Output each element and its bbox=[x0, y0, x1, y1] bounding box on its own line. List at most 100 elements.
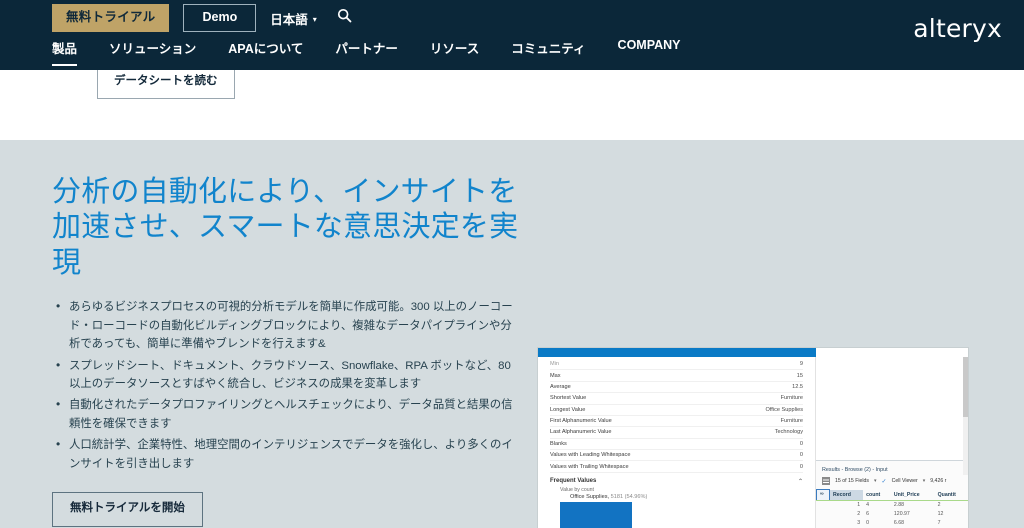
app-title-bar bbox=[538, 348, 816, 357]
column-header-quantity[interactable]: Quantit bbox=[934, 489, 968, 501]
column-header-count[interactable]: count bbox=[863, 489, 891, 501]
chevron-up-icon: ⌃ bbox=[797, 478, 803, 485]
main-navigation: 製品 ソリューション APAについて パートナー リソース コミュニティ COM… bbox=[52, 38, 681, 66]
cell-record: 2 bbox=[857, 511, 861, 518]
header-utility-row: 無料トライアル Demo 日本語 ▾ bbox=[0, 0, 352, 36]
stat-value: 0 bbox=[799, 440, 803, 447]
table-row[interactable]: 1 4 2.88 2 bbox=[817, 500, 969, 510]
cell-viewer-label[interactable]: Cell Viewer bbox=[892, 478, 918, 484]
read-datasheet-button[interactable]: データシートを読む bbox=[97, 66, 235, 99]
nav-item-community[interactable]: コミュニティ bbox=[511, 38, 585, 66]
chevron-down-icon: ▾ bbox=[312, 14, 317, 24]
stat-value: Office Supplies bbox=[765, 406, 803, 413]
cell-quantity: 12 bbox=[937, 511, 944, 518]
bar-office-supplies[interactable] bbox=[560, 501, 632, 528]
cell-quantity: 7 bbox=[937, 520, 941, 527]
cell-unit-price: 6.68 bbox=[893, 520, 905, 527]
scrollbar[interactable] bbox=[963, 357, 968, 475]
stat-value: Furniture bbox=[780, 418, 803, 425]
list-item: あらゆるビジネスプロセスの可視的分析モデルを簡単に作成可能。300 以上のノーコ… bbox=[56, 297, 522, 353]
stat-label: Blanks bbox=[550, 440, 567, 447]
table-row: Shortest Value Furniture bbox=[550, 393, 803, 405]
table-row: First Alphanumeric Value Furniture bbox=[550, 416, 803, 428]
table-row[interactable]: 3 0 6.68 7 bbox=[817, 519, 969, 528]
frequent-values-label: Frequent Values bbox=[550, 478, 597, 485]
page-title: 分析の自動化により、インサイトを加速させ、スマートな意思決定を実現 bbox=[52, 176, 519, 279]
stat-value: Technology bbox=[774, 429, 803, 436]
column-header-record[interactable]: Record bbox=[829, 489, 864, 501]
table-row: Longest Value Office Supplies bbox=[550, 405, 803, 416]
column-header-unit-price[interactable]: Unit_Price bbox=[890, 489, 935, 501]
value-by-count-label: Value by count bbox=[560, 486, 594, 493]
tooltip-value: Office Supplies, bbox=[570, 493, 610, 500]
site-header: 無料トライアル Demo 日本語 ▾ 製品 ソリューション APAについて パー… bbox=[0, 0, 1024, 70]
cell-count: 4 bbox=[866, 502, 870, 509]
product-screenshot: Min 9 Max 15 Average 12.5 Shortest Value… bbox=[538, 348, 968, 528]
page-root: 無料トライアル Demo 日本語 ▾ 製品 ソリューション APAについて パー… bbox=[0, 0, 1024, 528]
stat-label: Shortest Value bbox=[550, 395, 587, 402]
table-header-row: ∞ Record count Unit_Price Quantit bbox=[816, 489, 968, 501]
feature-bullet-list: あらゆるビジネスプロセスの可視的分析モデルを簡単に作成可能。300 以上のノーコ… bbox=[52, 297, 522, 473]
upper-section-remnant: データシートを読む bbox=[0, 66, 1024, 140]
chevron-down-icon[interactable]: ▾ bbox=[923, 478, 926, 484]
cell-count: 0 bbox=[866, 520, 870, 527]
alteryx-logo[interactable]: alteryx bbox=[913, 14, 1002, 43]
nav-item-partners[interactable]: パートナー bbox=[335, 38, 398, 66]
stat-label: Longest Value bbox=[550, 406, 586, 413]
table-row: Values with Trailing Whitespace 0 bbox=[550, 461, 803, 473]
demo-button[interactable]: Demo bbox=[183, 4, 257, 32]
results-upper-blank bbox=[816, 357, 968, 475]
stat-label: Average bbox=[550, 383, 571, 390]
stat-value: 12.5 bbox=[792, 383, 803, 390]
tooltip-count: 5181 (54.96%) bbox=[610, 493, 648, 500]
browse-tool-icon[interactable]: ∞ bbox=[816, 489, 830, 501]
table-row[interactable]: 2 6 120.97 12 bbox=[817, 510, 969, 519]
nav-item-apa[interactable]: APAについて bbox=[228, 38, 303, 66]
stat-label: First Alphanumeric Value bbox=[550, 418, 612, 425]
nav-item-company[interactable]: COMPANY bbox=[618, 38, 681, 61]
start-free-trial-button[interactable]: 無料トライアルを開始 bbox=[52, 492, 203, 527]
table-row: Max 15 bbox=[550, 370, 803, 382]
cell-record: 3 bbox=[857, 520, 861, 527]
search-icon bbox=[337, 8, 352, 28]
nav-item-products[interactable]: 製品 bbox=[52, 38, 78, 66]
feature-section: 分析の自動化により、インサイトを加速させ、スマートな意思決定を実現 あらゆるビジ… bbox=[0, 140, 1024, 528]
results-table-body: 1 4 2.88 2 2 6 120.97 12 3 0 6.68 7 bbox=[817, 500, 969, 528]
check-icon[interactable]: ✓ bbox=[882, 478, 887, 485]
table-view-icon[interactable] bbox=[822, 477, 830, 485]
results-data-table: ∞ Record count Unit_Price Quantit 1 4 2.… bbox=[816, 489, 968, 528]
search-button[interactable] bbox=[337, 8, 352, 28]
table-row: Blanks 0 bbox=[550, 439, 803, 450]
table-row: Min 9 bbox=[550, 359, 803, 371]
summary-statistics-table: Min 9 Max 15 Average 12.5 Shortest Value… bbox=[538, 357, 815, 473]
frequent-values-header[interactable]: Frequent Values ⌃ bbox=[538, 473, 815, 487]
stat-value: Furniture bbox=[780, 395, 803, 402]
results-toolbar: 15 of 15 Fields ▾ ✓ Cell Viewer ▾ 9,426 … bbox=[816, 473, 968, 489]
cell-unit-price: 120.97 bbox=[893, 511, 910, 518]
stat-label: Values with Trailing Whitespace bbox=[550, 463, 629, 470]
data-profile-pane: Min 9 Max 15 Average 12.5 Shortest Value… bbox=[538, 357, 816, 528]
stat-value: 0 bbox=[799, 452, 803, 459]
stat-value: 0 bbox=[799, 463, 803, 470]
stat-label: Values with Leading Whitespace bbox=[550, 452, 631, 459]
stat-value: 9 bbox=[799, 361, 803, 368]
language-label: 日本語 bbox=[270, 12, 308, 27]
list-item: 人口統計学、企業特性、地理空間のインテリジェンスでデータを強化し、より多くのイン… bbox=[56, 435, 522, 473]
chart-tooltip: Office Supplies, 5181 (54.96%) bbox=[538, 494, 815, 502]
list-item: スプレッドシート、ドキュメント、クラウドソース、Snowflake、RPA ボッ… bbox=[56, 356, 522, 394]
feature-copy: 分析の自動化により、インサイトを加速させ、スマートな意思決定を実現 あらゆるビジ… bbox=[52, 175, 522, 527]
results-browse-pane: Results - Browse (2) - Input 15 of 15 Fi… bbox=[816, 357, 968, 528]
nav-item-resources[interactable]: リソース bbox=[430, 38, 479, 66]
stat-label: Last Alphanumeric Value bbox=[550, 429, 612, 436]
table-row: Last Alphanumeric Value Technology bbox=[550, 427, 803, 439]
fields-count-label[interactable]: 15 of 15 Fields bbox=[835, 478, 869, 484]
chevron-down-icon[interactable]: ▾ bbox=[874, 478, 877, 484]
stat-label: Max bbox=[550, 372, 561, 379]
frequent-values-bar-chart[interactable] bbox=[538, 501, 815, 528]
nav-item-solutions[interactable]: ソリューション bbox=[109, 38, 196, 66]
cell-unit-price: 2.88 bbox=[893, 502, 905, 509]
language-selector[interactable]: 日本語 ▾ bbox=[270, 9, 317, 28]
free-trial-button[interactable]: 無料トライアル bbox=[52, 4, 170, 32]
stat-label: Min bbox=[550, 361, 560, 368]
stat-value: 15 bbox=[796, 372, 803, 379]
